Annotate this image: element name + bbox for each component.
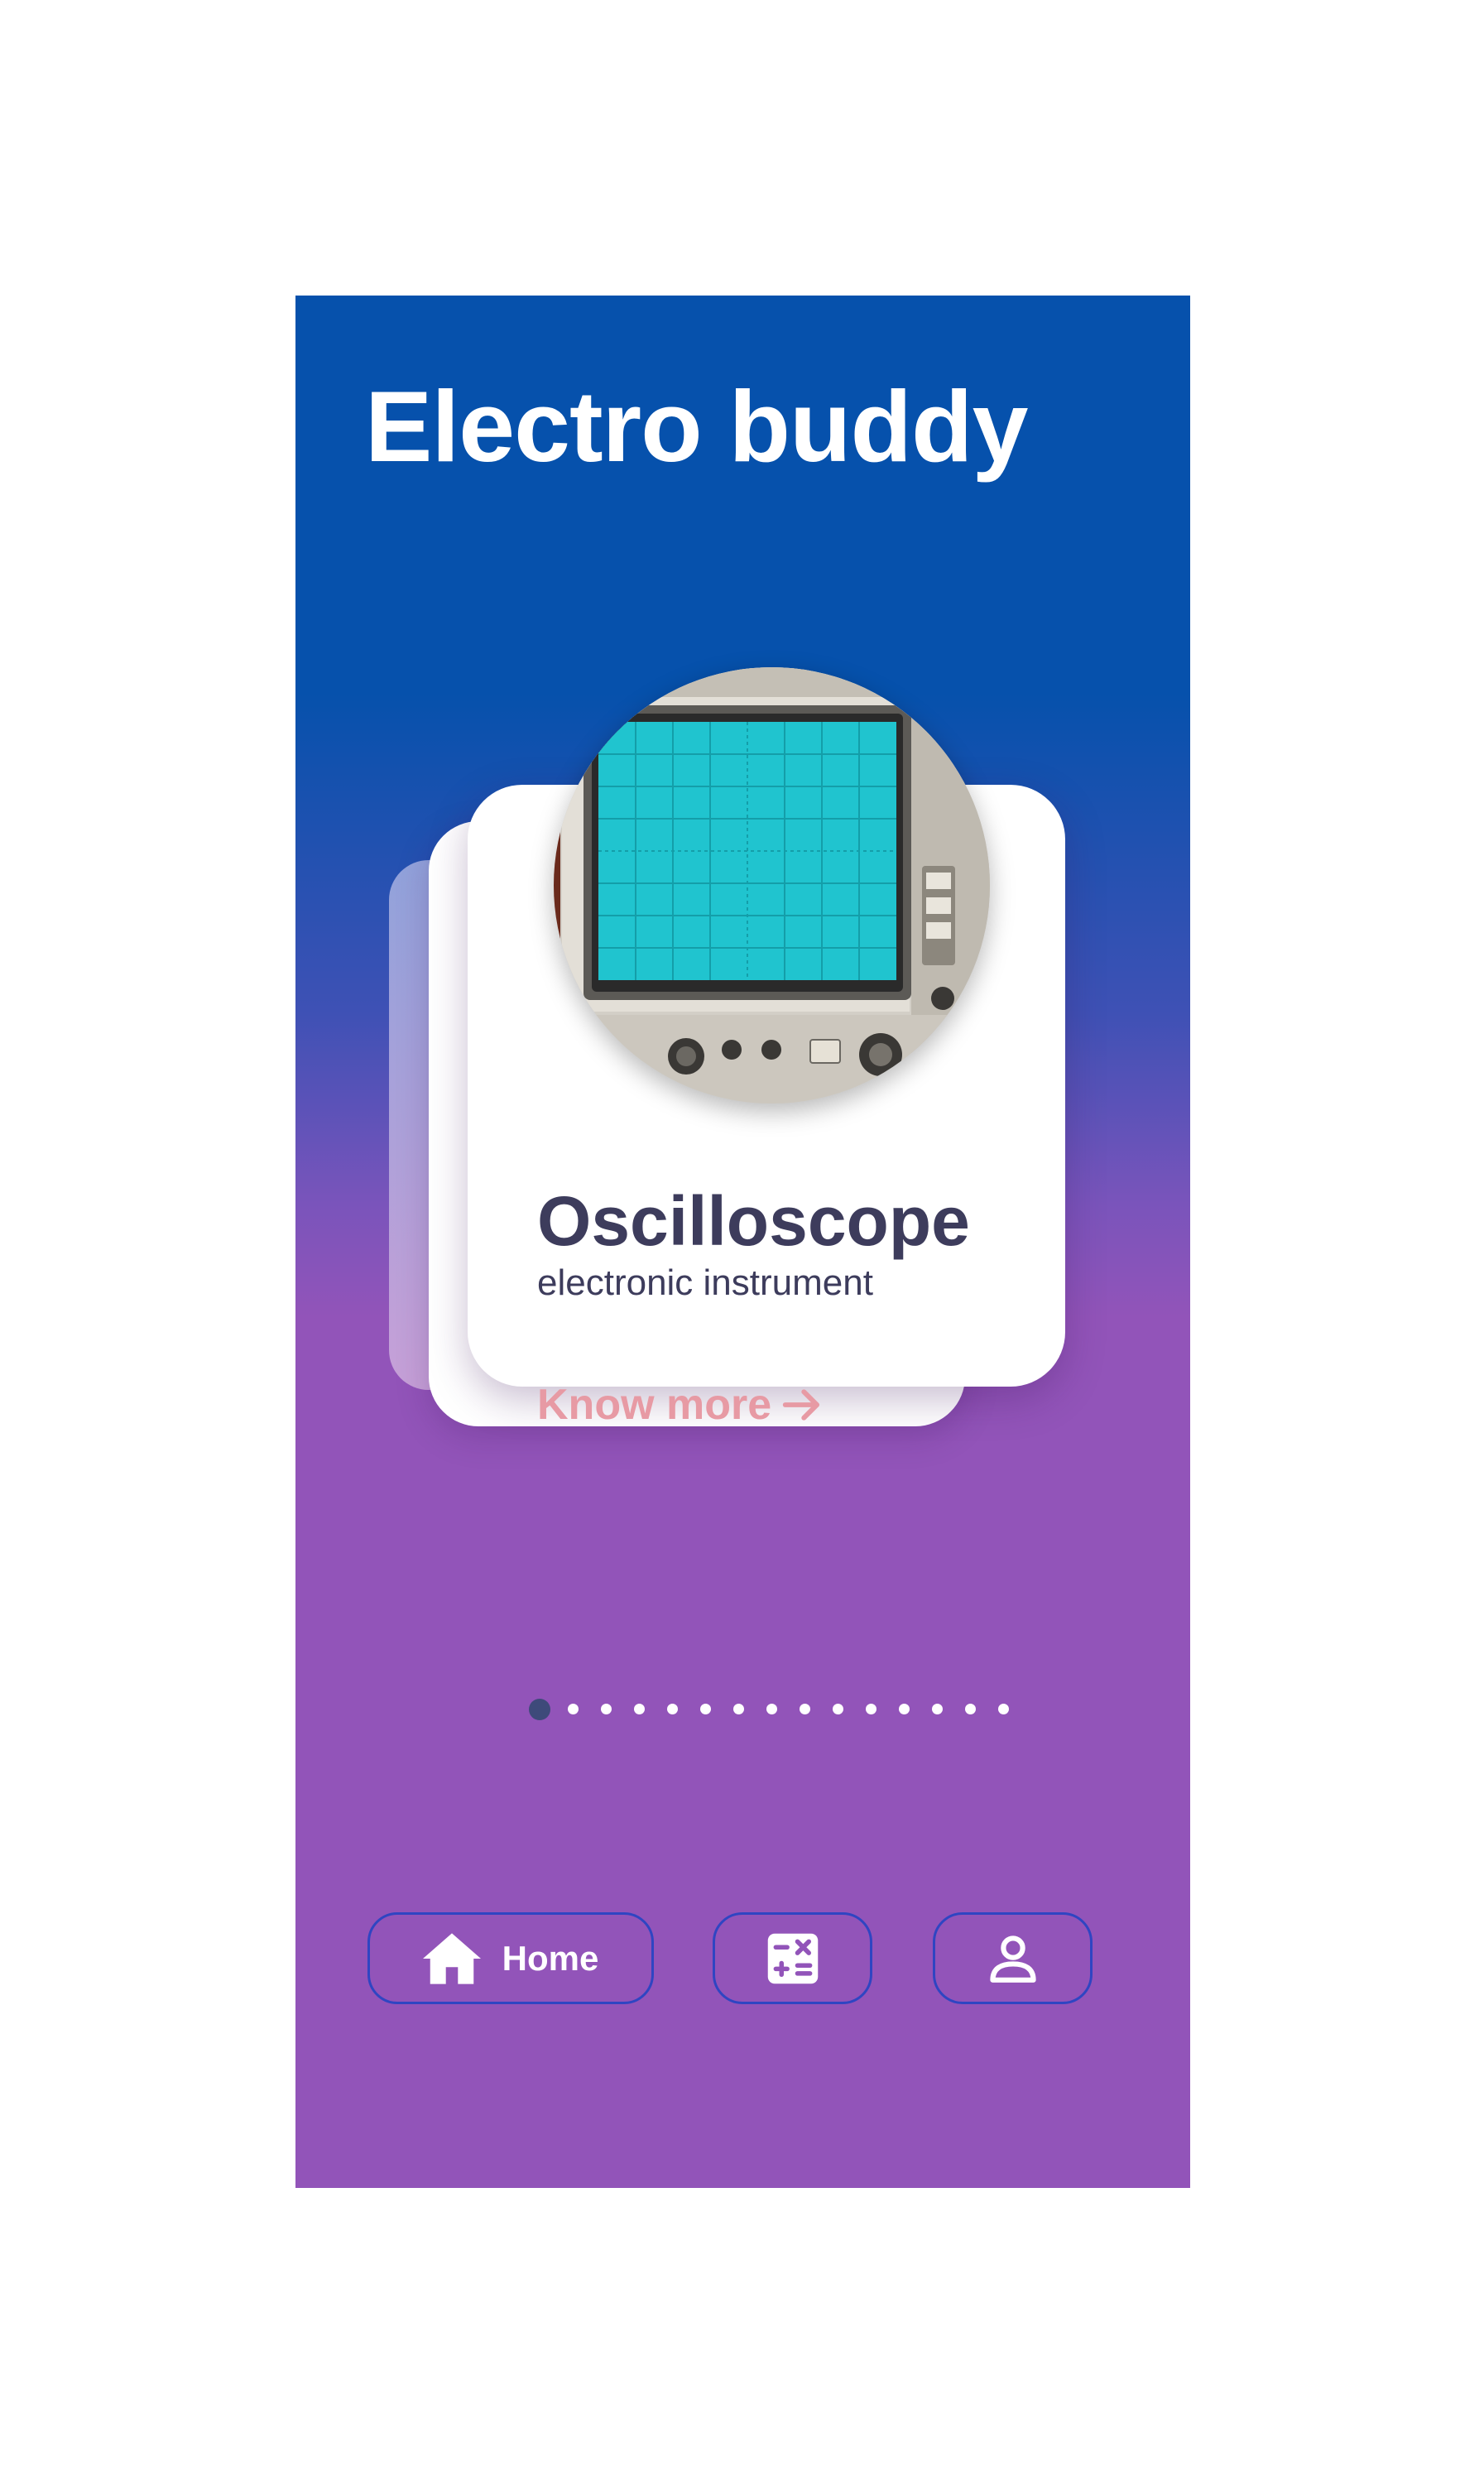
know-more-link[interactable]: Know more (537, 1380, 824, 1430)
person-icon (989, 1935, 1036, 1983)
app-title: Electro buddy (365, 370, 1028, 483)
oscilloscope-image (554, 667, 990, 1103)
pagination-dot[interactable] (799, 1704, 810, 1714)
profile-nav-button[interactable] (933, 1912, 1093, 2004)
pagination-dot[interactable] (865, 1704, 876, 1714)
pagination-dot[interactable] (633, 1704, 645, 1714)
pagination-dot[interactable] (699, 1704, 711, 1714)
pagination-dot[interactable] (600, 1704, 612, 1714)
arrow-right-icon (782, 1389, 820, 1421)
item-subtitle: electronic instrument (537, 1262, 873, 1303)
pagination-dot[interactable] (931, 1704, 943, 1714)
home-nav-button[interactable]: Home (367, 1912, 654, 2004)
pagination-dot[interactable] (766, 1704, 777, 1714)
calculator-nav-button[interactable] (713, 1912, 872, 2004)
pagination-dot[interactable] (666, 1704, 678, 1714)
home-nav-label: Home (502, 1938, 599, 1978)
pagination-dot[interactable] (567, 1704, 579, 1714)
pagination-dots (529, 1697, 1059, 1722)
pagination-dot[interactable] (997, 1704, 1009, 1714)
pagination-dot[interactable] (832, 1704, 843, 1714)
pagination-dot[interactable] (898, 1704, 910, 1714)
pagination-dot-active[interactable] (529, 1699, 550, 1720)
app-screen: Electro buddy Oscilloscope electronic in… (295, 296, 1190, 2188)
calculator-icon (767, 1933, 818, 1983)
pagination-dot[interactable] (964, 1704, 976, 1714)
pagination-dot[interactable] (732, 1704, 744, 1714)
item-name: Oscilloscope (537, 1182, 970, 1260)
house-icon (422, 1932, 481, 1984)
know-more-label: Know more (537, 1381, 772, 1429)
